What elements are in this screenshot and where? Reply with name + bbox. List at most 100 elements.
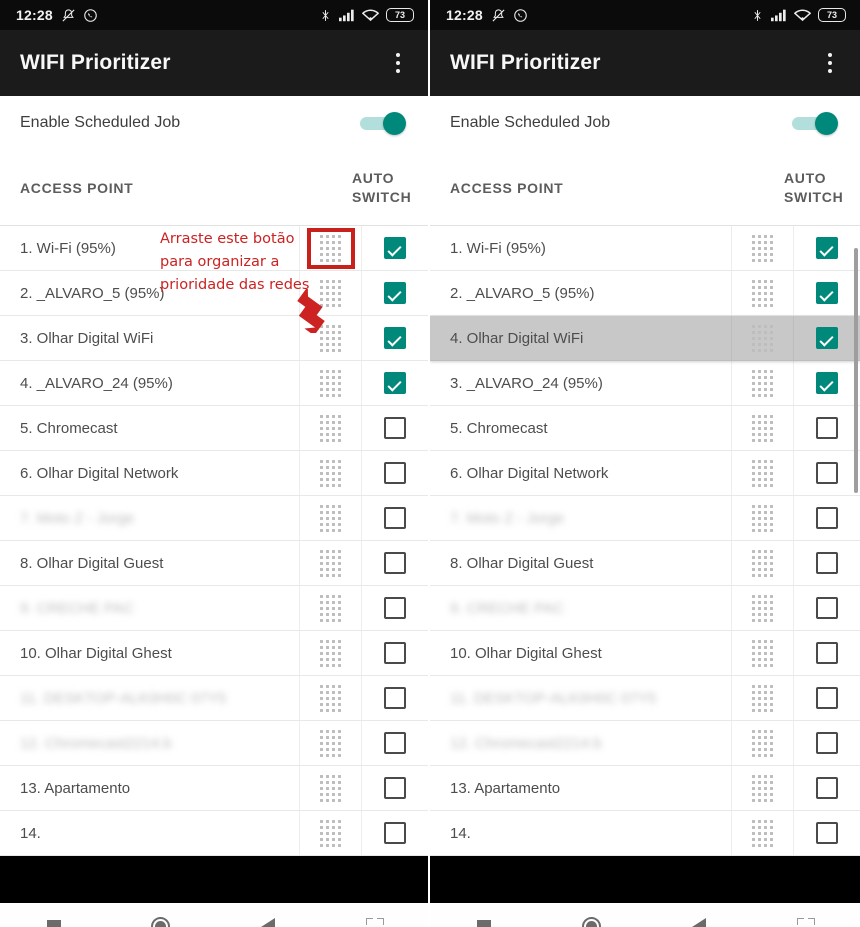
- stop-square-icon[interactable]: [0, 903, 107, 927]
- table-row[interactable]: 4. _ALVARO_24 (95%): [0, 361, 428, 406]
- table-row[interactable]: 9. CRECHE PAC: [0, 586, 428, 631]
- auto-switch-cell[interactable]: [362, 631, 428, 675]
- drag-handle[interactable]: [299, 361, 362, 405]
- auto-switch-checkbox[interactable]: [384, 237, 406, 259]
- auto-switch-cell[interactable]: [362, 271, 428, 315]
- drag-handle[interactable]: [299, 631, 362, 675]
- back-triangle-icon[interactable]: [214, 903, 321, 927]
- auto-switch-checkbox[interactable]: [384, 822, 406, 844]
- auto-switch-checkbox[interactable]: [384, 462, 406, 484]
- table-row[interactable]: 3. _ALVARO_24 (95%): [430, 361, 860, 406]
- drag-handle[interactable]: [731, 631, 794, 675]
- drag-handle[interactable]: [299, 586, 362, 630]
- auto-switch-checkbox[interactable]: [384, 282, 406, 304]
- table-row[interactable]: 12. Chromecast2214.b: [430, 721, 860, 766]
- auto-switch-cell[interactable]: [362, 496, 428, 540]
- auto-switch-cell[interactable]: [362, 541, 428, 585]
- drag-handle[interactable]: [299, 766, 362, 810]
- drag-handle[interactable]: [731, 271, 794, 315]
- auto-switch-checkbox[interactable]: [816, 552, 838, 574]
- home-circle-icon[interactable]: [538, 903, 646, 927]
- drag-handle[interactable]: [299, 316, 362, 360]
- auto-switch-cell[interactable]: [794, 226, 860, 270]
- drag-handle[interactable]: [299, 811, 362, 855]
- table-row[interactable]: 10. Olhar Digital Ghest: [430, 631, 860, 676]
- table-row[interactable]: 11. DESKTOP-ALK0H0C 07Y5: [0, 676, 428, 721]
- enable-scheduled-job-row[interactable]: Enable Scheduled Job: [0, 96, 428, 150]
- auto-switch-checkbox[interactable]: [816, 732, 838, 754]
- drag-handle[interactable]: [731, 226, 794, 270]
- screenshot-frame-icon[interactable]: [753, 903, 860, 927]
- table-row[interactable]: 2. _ALVARO_5 (95%): [0, 271, 428, 316]
- auto-switch-checkbox[interactable]: [816, 462, 838, 484]
- auto-switch-cell[interactable]: [362, 586, 428, 630]
- auto-switch-checkbox[interactable]: [816, 282, 838, 304]
- table-row[interactable]: 12. Chromecast2214.b: [0, 721, 428, 766]
- auto-switch-checkbox[interactable]: [384, 597, 406, 619]
- auto-switch-cell[interactable]: [794, 766, 860, 810]
- table-row[interactable]: 13. Apartamento: [0, 766, 428, 811]
- drag-handle[interactable]: [299, 676, 362, 720]
- drag-handle[interactable]: [299, 451, 362, 495]
- table-row[interactable]: 7. Moto Z - Jorge: [430, 496, 860, 541]
- auto-switch-cell[interactable]: [362, 766, 428, 810]
- enable-scheduled-job-toggle[interactable]: [792, 112, 838, 135]
- table-row[interactable]: 10. Olhar Digital Ghest: [0, 631, 428, 676]
- auto-switch-checkbox[interactable]: [384, 417, 406, 439]
- back-triangle-icon[interactable]: [645, 903, 753, 927]
- table-row[interactable]: 9. CRECHE PAC: [430, 586, 860, 631]
- auto-switch-cell[interactable]: [794, 721, 860, 765]
- drag-handle[interactable]: [731, 406, 794, 450]
- table-row[interactable]: 2. _ALVARO_5 (95%): [430, 271, 860, 316]
- drag-handle[interactable]: [299, 496, 362, 540]
- drag-handle[interactable]: [731, 721, 794, 765]
- access-point-list-right[interactable]: 1. Wi-Fi (95%) 2. _ALVARO_5 (95%) 4. Olhar…: [430, 226, 860, 856]
- auto-switch-checkbox[interactable]: [384, 777, 406, 799]
- drag-handle[interactable]: [299, 541, 362, 585]
- auto-switch-checkbox[interactable]: [816, 597, 838, 619]
- drag-handle[interactable]: [731, 676, 794, 720]
- auto-switch-checkbox[interactable]: [384, 507, 406, 529]
- auto-switch-cell[interactable]: [794, 811, 860, 855]
- auto-switch-cell[interactable]: [362, 676, 428, 720]
- home-circle-icon[interactable]: [107, 903, 214, 927]
- table-row[interactable]: 4. Olhar Digital WiFi: [430, 316, 860, 361]
- stop-square-icon[interactable]: [430, 903, 538, 927]
- auto-switch-cell[interactable]: [794, 361, 860, 405]
- drag-handle[interactable]: [731, 766, 794, 810]
- auto-switch-checkbox[interactable]: [816, 687, 838, 709]
- vertical-scrollbar[interactable]: [854, 248, 858, 493]
- auto-switch-cell[interactable]: [794, 451, 860, 495]
- auto-switch-checkbox[interactable]: [816, 327, 838, 349]
- screenshot-frame-icon[interactable]: [321, 903, 428, 927]
- drag-handle[interactable]: [299, 406, 362, 450]
- drag-handle[interactable]: [731, 541, 794, 585]
- auto-switch-cell[interactable]: [794, 676, 860, 720]
- auto-switch-cell[interactable]: [362, 316, 428, 360]
- table-row[interactable]: 14.: [430, 811, 860, 856]
- drag-handle[interactable]: [299, 226, 362, 270]
- table-row[interactable]: 7. Moto Z - Jorge: [0, 496, 428, 541]
- auto-switch-checkbox[interactable]: [816, 822, 838, 844]
- auto-switch-cell[interactable]: [794, 541, 860, 585]
- auto-switch-checkbox[interactable]: [816, 372, 838, 394]
- table-row[interactable]: 1. Wi-Fi (95%): [0, 226, 428, 271]
- table-row[interactable]: 5. Chromecast: [430, 406, 860, 451]
- auto-switch-checkbox[interactable]: [384, 552, 406, 574]
- more-vertical-icon[interactable]: [378, 41, 418, 85]
- access-point-list-left[interactable]: 1. Wi-Fi (95%) 2. _ALVARO_5 (95%) 3. Olhar…: [0, 226, 428, 856]
- auto-switch-checkbox[interactable]: [816, 507, 838, 529]
- auto-switch-checkbox[interactable]: [384, 732, 406, 754]
- auto-switch-checkbox[interactable]: [816, 642, 838, 664]
- drag-handle[interactable]: [299, 271, 362, 315]
- auto-switch-cell[interactable]: [362, 811, 428, 855]
- auto-switch-cell[interactable]: [794, 631, 860, 675]
- table-row[interactable]: 8. Olhar Digital Guest: [430, 541, 860, 586]
- auto-switch-checkbox[interactable]: [816, 237, 838, 259]
- auto-switch-cell[interactable]: [794, 271, 860, 315]
- auto-switch-checkbox[interactable]: [384, 687, 406, 709]
- auto-switch-cell[interactable]: [794, 496, 860, 540]
- auto-switch-cell[interactable]: [362, 721, 428, 765]
- drag-handle[interactable]: [731, 361, 794, 405]
- auto-switch-cell[interactable]: [362, 361, 428, 405]
